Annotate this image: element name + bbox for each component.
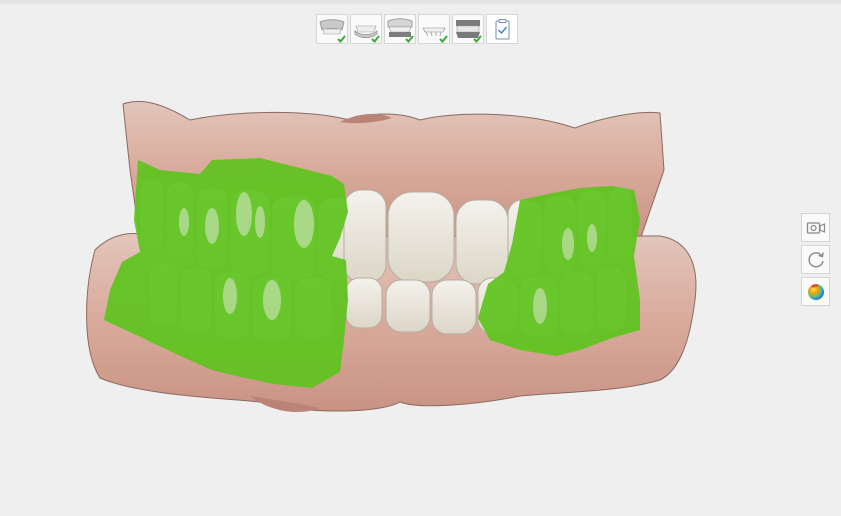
- rotate-icon: [807, 251, 824, 267]
- camera-button[interactable]: [801, 213, 830, 242]
- workflow-step-toolbar: [316, 14, 518, 44]
- step-lower-arch-scan[interactable]: [418, 14, 450, 44]
- reset-view-button[interactable]: [801, 245, 830, 274]
- completed-check-icon: [473, 35, 482, 43]
- step-review[interactable]: [486, 14, 518, 44]
- completed-check-icon: [371, 35, 380, 43]
- color-map-icon: [807, 283, 824, 300]
- clipboard-check-icon: [495, 19, 510, 40]
- 3d-scan-viewport[interactable]: [0, 0, 841, 516]
- step-lower-jaw-scan[interactable]: [350, 14, 382, 44]
- step-upper-jaw-scan[interactable]: [316, 14, 348, 44]
- step-upper-arch-scan[interactable]: [384, 14, 416, 44]
- step-bite-scan[interactable]: [452, 14, 484, 44]
- completed-check-icon: [439, 35, 448, 43]
- completed-check-icon: [405, 35, 414, 43]
- camera-icon: [806, 221, 825, 234]
- color-map-button[interactable]: [801, 277, 830, 306]
- side-tool-panel: [801, 213, 830, 306]
- completed-check-icon: [337, 35, 346, 43]
